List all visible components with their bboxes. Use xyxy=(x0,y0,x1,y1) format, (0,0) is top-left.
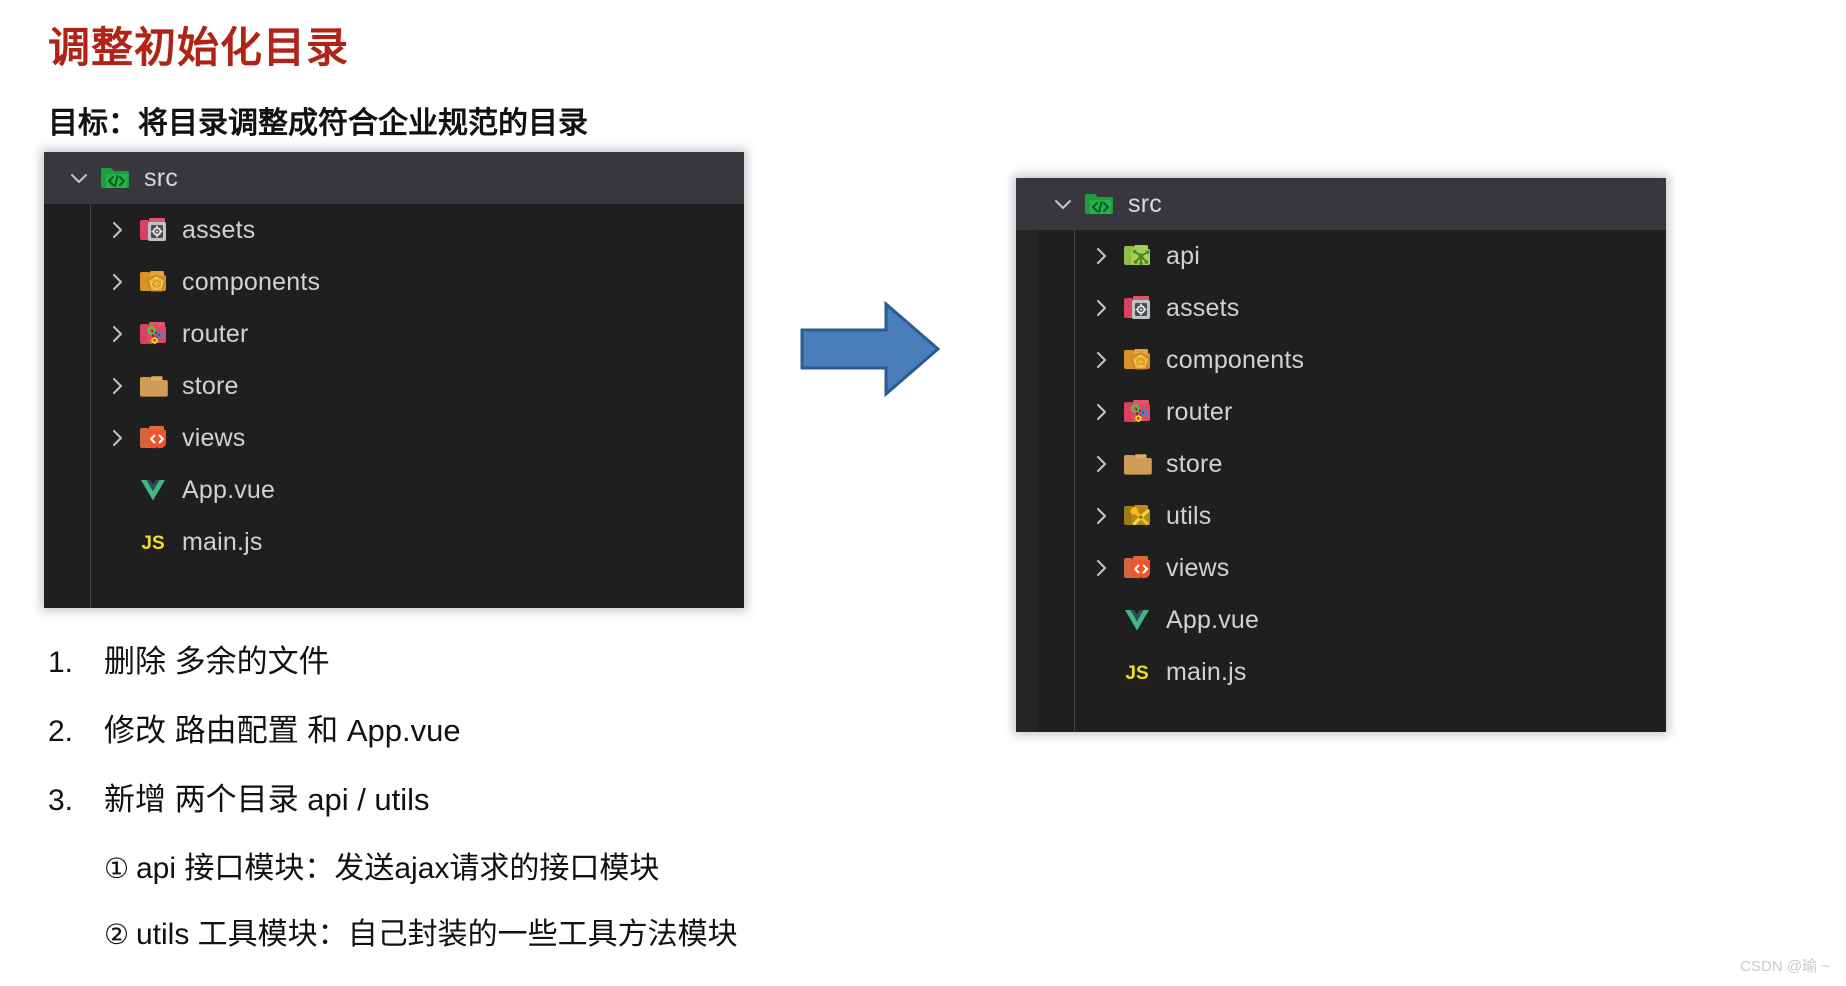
tree-item-label: App.vue xyxy=(182,475,276,504)
tree-item-label: main.js xyxy=(182,527,263,556)
tree-item-app-vue[interactable]: App.vue xyxy=(1016,594,1666,646)
tree-root-row-after[interactable]: src xyxy=(1016,178,1666,230)
list-item-text: 修改 路由配置 和 App.vue xyxy=(104,713,461,748)
vue-file-icon xyxy=(1122,605,1152,635)
tree-item-label: store xyxy=(1166,449,1223,478)
tree-item-label: utils xyxy=(1166,501,1212,530)
folder-components-icon xyxy=(1122,345,1152,375)
tree-item-app-vue[interactable]: App.vue xyxy=(44,464,744,516)
tree-item-label: views xyxy=(182,423,246,452)
sub-list-item-text: api 接口模块：发送ajax请求的接口模块 xyxy=(136,852,660,885)
tree-item-utils[interactable]: utils xyxy=(1016,490,1666,542)
folder-router-icon xyxy=(1122,397,1152,427)
chevron-placeholder-icon xyxy=(104,531,130,553)
list-item-text: 新增 两个目录 api / utils xyxy=(104,782,430,817)
chevron-right-icon[interactable] xyxy=(1088,557,1114,579)
chevron-right-icon[interactable] xyxy=(1088,297,1114,319)
chevron-right-icon[interactable] xyxy=(1088,453,1114,475)
tree-item-label: components xyxy=(1166,345,1305,374)
tree-item-main-js[interactable]: JS main.js xyxy=(44,516,744,568)
chevron-right-icon[interactable] xyxy=(104,219,130,241)
vue-file-icon xyxy=(138,475,168,505)
list-item: 2. 修改 路由配置 和 App.vue xyxy=(48,705,1048,750)
list-item: 3. 新增 两个目录 api / utils xyxy=(48,774,1048,819)
svg-text:JS: JS xyxy=(1125,663,1148,684)
tree-item-label: main.js xyxy=(1166,657,1247,686)
chevron-right-icon[interactable] xyxy=(1088,401,1114,423)
svg-text:JS: JS xyxy=(141,533,164,554)
list-item-number: 3. xyxy=(48,784,74,817)
sub-list-item-marker: ① xyxy=(104,853,130,884)
tree-root-label-before: src xyxy=(144,163,178,192)
list-item-number: 1. xyxy=(48,646,74,679)
tree-item-assets[interactable]: assets xyxy=(44,204,744,256)
before-tree-items: assets components router store views App… xyxy=(44,204,744,608)
list-item-text: 删除 多余的文件 xyxy=(104,644,330,679)
tree-item-views[interactable]: views xyxy=(44,412,744,464)
sub-list-item: ② utils 工具模块：自己封装的一些工具方法模块 xyxy=(104,909,1048,953)
tree-item-label: api xyxy=(1166,241,1200,270)
chevron-right-icon[interactable] xyxy=(104,375,130,397)
after-file-tree-panel: src api assets components router store u… xyxy=(1016,178,1666,732)
list-item: 1. 删除 多余的文件 xyxy=(48,636,1048,681)
right-block-arrow-icon xyxy=(800,300,941,398)
chevron-right-icon[interactable] xyxy=(104,427,130,449)
chevron-right-icon[interactable] xyxy=(1088,245,1114,267)
folder-router-icon xyxy=(138,319,168,349)
chevron-right-icon[interactable] xyxy=(104,323,130,345)
js-file-icon: JS xyxy=(138,527,168,557)
tree-item-label: store xyxy=(182,371,239,400)
list-item-number: 2. xyxy=(48,715,74,748)
chevron-placeholder-icon xyxy=(1088,661,1114,683)
page-subtitle: 目标：将目录调整成符合企业规范的目录 xyxy=(48,107,588,140)
sub-list-item: ① api 接口模块：发送ajax请求的接口模块 xyxy=(104,843,1048,887)
folder-assets-icon xyxy=(138,215,168,245)
folder-views-icon xyxy=(138,423,168,453)
tree-item-router[interactable]: router xyxy=(1016,386,1666,438)
sub-list-item-marker: ② xyxy=(104,919,130,950)
tree-item-router[interactable]: router xyxy=(44,308,744,360)
chevron-down-icon[interactable] xyxy=(66,167,92,189)
folder-components-icon xyxy=(138,267,168,297)
chevron-placeholder-icon xyxy=(1088,609,1114,631)
folder-plain-icon xyxy=(138,371,168,401)
before-file-tree-panel: src assets components router store views… xyxy=(44,152,744,608)
chevron-right-icon[interactable] xyxy=(104,271,130,293)
chevron-right-icon[interactable] xyxy=(1088,505,1114,527)
tree-item-main-js[interactable]: JS main.js xyxy=(1016,646,1666,698)
tree-item-store[interactable]: store xyxy=(44,360,744,412)
js-file-icon: JS xyxy=(1122,657,1152,687)
tree-item-label: views xyxy=(1166,553,1230,582)
tree-item-label: router xyxy=(182,319,249,348)
tree-item-label: App.vue xyxy=(1166,605,1260,634)
tree-item-components[interactable]: components xyxy=(1016,334,1666,386)
chevron-down-icon[interactable] xyxy=(1050,193,1076,215)
folder-assets-icon xyxy=(1122,293,1152,323)
folder-src-icon xyxy=(100,163,130,193)
folder-plain-icon xyxy=(1122,449,1152,479)
folder-api-icon xyxy=(1122,241,1152,271)
chevron-right-icon[interactable] xyxy=(1088,349,1114,371)
page-title: 调整初始化目录 xyxy=(48,24,350,71)
folder-src-icon xyxy=(1084,189,1114,219)
sub-list-item-text: utils 工具模块：自己封装的一些工具方法模块 xyxy=(136,918,738,951)
tree-root-row-before[interactable]: src xyxy=(44,152,744,204)
tree-item-label: assets xyxy=(182,215,256,244)
tree-item-api[interactable]: api xyxy=(1016,230,1666,282)
tree-item-components[interactable]: components xyxy=(44,256,744,308)
tree-item-views[interactable]: views xyxy=(1016,542,1666,594)
tree-item-store[interactable]: store xyxy=(1016,438,1666,490)
tree-item-label: router xyxy=(1166,397,1233,426)
watermark: CSDN @瑜 ~ xyxy=(1740,958,1830,975)
tree-item-assets[interactable]: assets xyxy=(1016,282,1666,334)
tree-item-label: assets xyxy=(1166,293,1240,322)
after-tree-items: api assets components router store utils… xyxy=(1016,230,1666,732)
folder-views-icon xyxy=(1122,553,1152,583)
tree-root-label-after: src xyxy=(1128,189,1162,218)
chevron-placeholder-icon xyxy=(104,479,130,501)
folder-utils-icon xyxy=(1122,501,1152,531)
tree-item-label: components xyxy=(182,267,321,296)
notes-list: 1. 删除 多余的文件 2. 修改 路由配置 和 App.vue 3. 新增 两… xyxy=(48,636,1048,975)
